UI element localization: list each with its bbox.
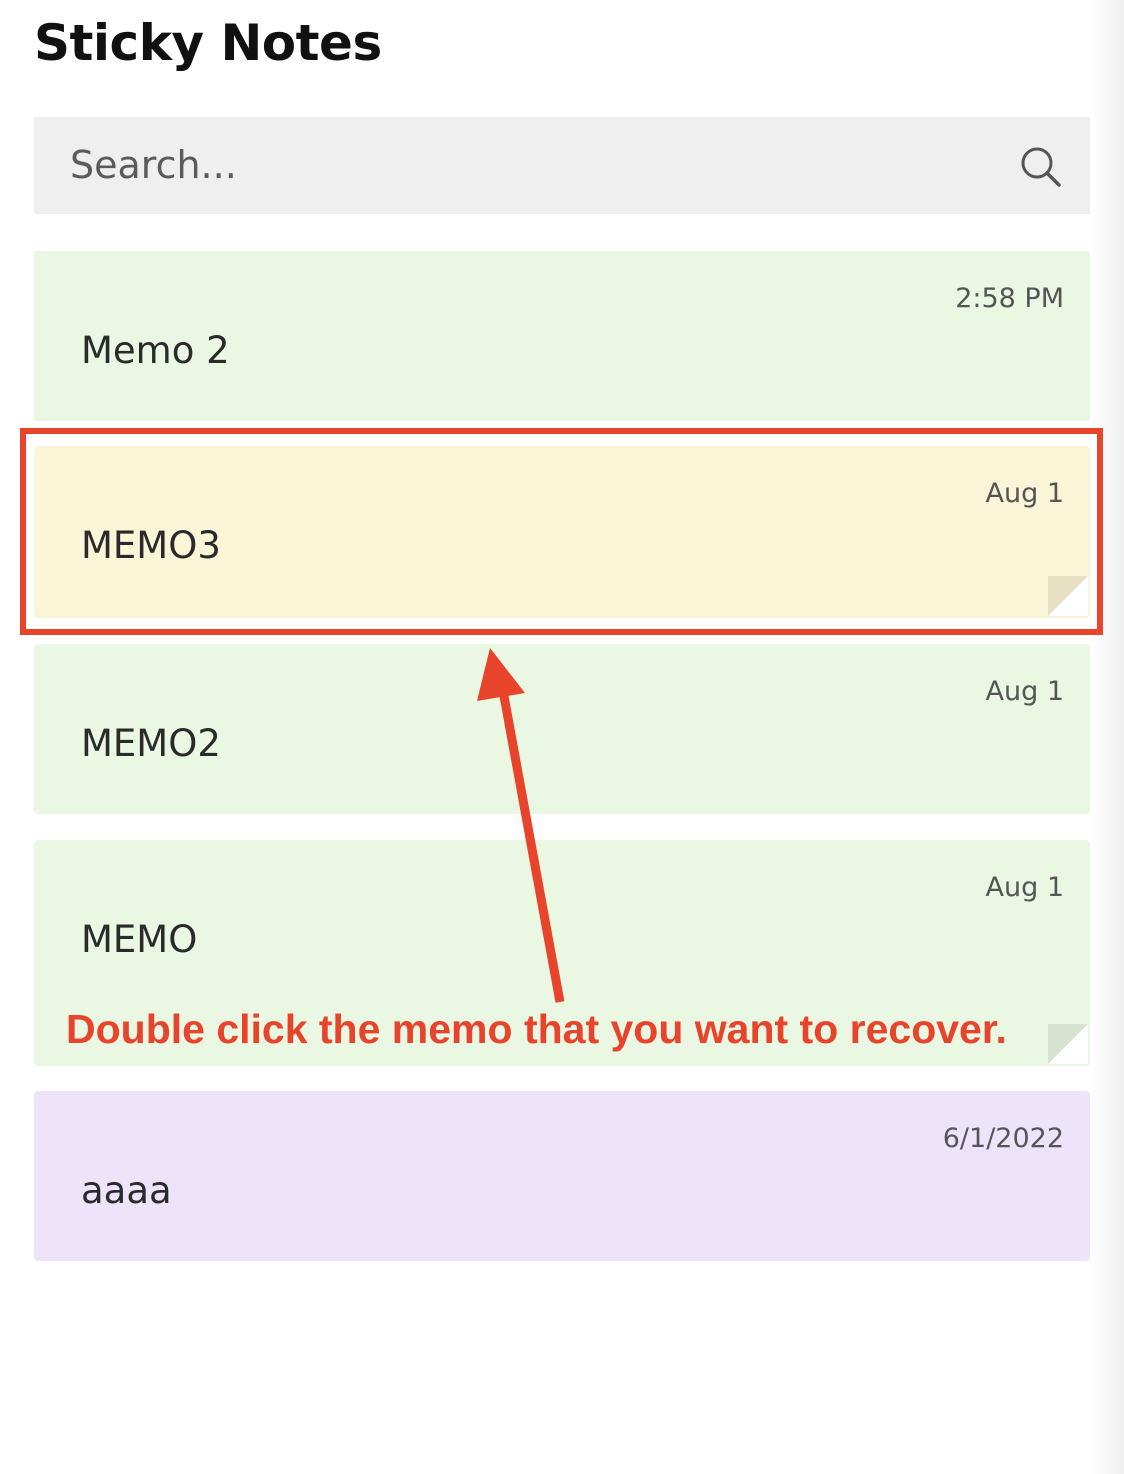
- search-input[interactable]: [70, 139, 970, 191]
- note-card-memo-2[interactable]: 2:58 PM Memo 2: [34, 251, 1090, 421]
- search-icon[interactable]: [1019, 145, 1063, 189]
- search-bar[interactable]: [34, 117, 1090, 214]
- note-title: Memo 2: [81, 329, 230, 372]
- instruction-text: Double click the memo that you want to r…: [66, 1006, 1007, 1052]
- note-card-aaaa[interactable]: 6/1/2022 aaaa: [34, 1091, 1090, 1261]
- note-title: MEMO2: [81, 722, 221, 765]
- highlight-box: [20, 428, 1103, 635]
- window-edge-shadow: [1090, 0, 1124, 1474]
- note-timestamp: Aug 1: [985, 676, 1064, 707]
- note-timestamp: 2:58 PM: [955, 283, 1064, 314]
- note-title: aaaa: [81, 1169, 172, 1212]
- app-title: Sticky Notes: [34, 14, 382, 72]
- note-card-memo2[interactable]: Aug 1 MEMO2: [34, 644, 1090, 814]
- note-title: MEMO: [81, 918, 198, 961]
- note-timestamp: 6/1/2022: [942, 1123, 1064, 1154]
- page-fold-icon: [1048, 1024, 1088, 1064]
- note-timestamp: Aug 1: [985, 872, 1064, 903]
